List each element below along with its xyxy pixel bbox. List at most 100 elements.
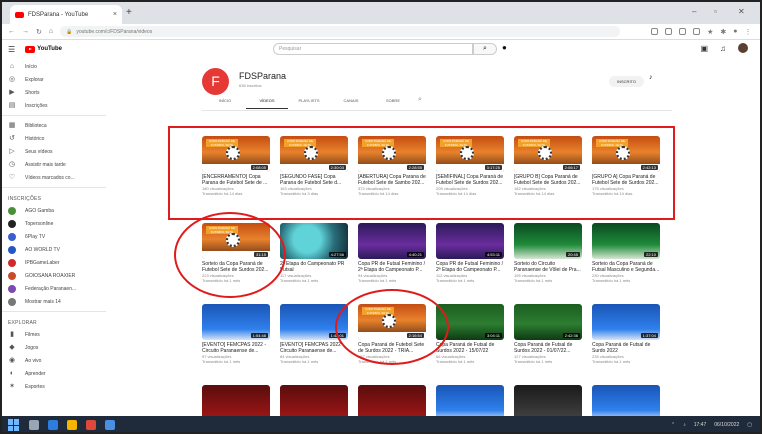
forward-icon[interactable]: → bbox=[22, 28, 29, 35]
notifications-bell-icon[interactable]: ♫ bbox=[720, 44, 726, 53]
account-avatar[interactable] bbox=[738, 43, 748, 53]
volume-icon[interactable]: ♪ bbox=[683, 422, 686, 428]
video-thumbnail[interactable]: 20:45 bbox=[514, 223, 582, 259]
video-title[interactable]: Copa PR de Futsal Feminino / 2ª Etapa do… bbox=[436, 261, 504, 273]
app-icon[interactable] bbox=[105, 420, 115, 430]
video-card[interactable]: 2:42:36 Copa Paraná de Futsal de Surdos 2… bbox=[514, 304, 582, 364]
network-icon[interactable]: ⌃ bbox=[671, 422, 675, 428]
youtube-play-icon bbox=[25, 45, 36, 53]
sidebar-item[interactable]: ◆ Jogos bbox=[2, 341, 106, 354]
sidebar-subscription[interactable]: Mostrar mais 14 bbox=[2, 295, 106, 308]
chrome-icon[interactable] bbox=[86, 420, 96, 430]
sidebar-item[interactable]: ▷ Seus vídeos bbox=[2, 145, 106, 158]
video-card[interactable]: 4:27:56 2ª Etapa do Campeonato PR Futsal 1… bbox=[280, 223, 348, 283]
sidebar-item[interactable]: ▶ Shorts bbox=[2, 86, 106, 99]
sidebar-subscription[interactable]: AO WORLD TV bbox=[2, 243, 106, 256]
video-title[interactable]: Copa PR de Futsal Feminino / 2ª Etapa do… bbox=[358, 261, 426, 273]
address-bar[interactable]: 🔒 youtube.com/c/FDSParana/videos bbox=[60, 26, 621, 37]
video-card[interactable]: 1:37:04 Copa Paraná de Futsal de Surdo 20… bbox=[592, 304, 660, 364]
video-thumbnail[interactable]: 22:10 bbox=[592, 223, 660, 259]
sidebar-item[interactable]: ▮ Filmes bbox=[2, 328, 106, 341]
sidebar-subscription[interactable]: AGO Gamba bbox=[2, 204, 106, 217]
video-title[interactable]: Sorteio da Copa Paraná de Futsal Masculi… bbox=[592, 261, 660, 273]
extension-icon[interactable] bbox=[651, 27, 659, 35]
channel-search-icon[interactable]: ⌕ bbox=[418, 96, 422, 109]
star-icon[interactable]: ★ bbox=[707, 28, 713, 36]
video-duration: 3:04:11 bbox=[484, 333, 502, 338]
video-card[interactable]: 20:45 Sorteio do Circuito Paranaense de V… bbox=[514, 223, 582, 283]
sidebar-subscription[interactable]: GOIOSANA ROAXIER bbox=[2, 269, 106, 282]
video-card[interactable]: 4:40:21 Copa PR de Futsal Feminino / 2ª E… bbox=[358, 223, 426, 283]
tab-home[interactable]: INÍCIO bbox=[204, 98, 246, 109]
browser-tab[interactable]: FDSParana - YouTube × bbox=[10, 5, 122, 24]
extension-icon[interactable] bbox=[679, 27, 687, 35]
search-input[interactable]: Pesquisar bbox=[273, 43, 473, 55]
video-title[interactable]: 2ª Etapa do Campeonato PR Futsal bbox=[280, 261, 348, 273]
sidebar-item[interactable]: ♡ Vídeos marcados co... bbox=[2, 171, 106, 184]
sidebar-subscription[interactable]: Topersonline bbox=[2, 217, 106, 230]
youtube-logo[interactable]: YouTube bbox=[25, 45, 62, 53]
mic-icon[interactable]: ● bbox=[502, 43, 507, 52]
video-thumbnail[interactable]: 2:42:36 bbox=[514, 304, 582, 340]
video-title[interactable]: [EVENTO] FEMCPAS 2022 - Circuito Paranae… bbox=[202, 342, 270, 354]
sidebar-item-label: Seus vídeos bbox=[25, 148, 53, 155]
extension-icon[interactable] bbox=[665, 27, 673, 35]
video-thumbnail[interactable]: 4:27:56 bbox=[280, 223, 348, 259]
video-thumbnail[interactable]: 4:40:21 bbox=[358, 223, 426, 259]
hamburger-menu-icon[interactable]: ☰ bbox=[8, 45, 15, 54]
channel-avatar-icon bbox=[8, 245, 16, 254]
sidebar-item[interactable]: ◎ Explorar bbox=[2, 73, 106, 86]
video-title[interactable]: Copa Paraná de Futsal de Surdos 2022 - 1… bbox=[436, 342, 504, 354]
sidebar-item[interactable]: ✶ Esportes bbox=[2, 380, 106, 393]
reload-icon[interactable]: ↻ bbox=[36, 28, 42, 36]
search-button[interactable]: ⌕ bbox=[473, 43, 497, 55]
close-window-button[interactable]: ✕ bbox=[738, 7, 745, 16]
sidebar-item[interactable]: ▦ Biblioteca bbox=[2, 119, 106, 132]
video-thumbnail[interactable]: 1:37:04 bbox=[592, 304, 660, 340]
tab-playlists[interactable]: PLAYLISTS bbox=[288, 98, 330, 109]
search-taskbar-icon[interactable] bbox=[29, 420, 39, 430]
create-video-icon[interactable]: ▣ bbox=[700, 44, 708, 53]
video-card[interactable]: 22:10 Sorteio da Copa Paraná de Futsal Ma… bbox=[592, 223, 660, 283]
channel-avatar[interactable]: F bbox=[202, 68, 229, 95]
home-icon[interactable]: ⌂ bbox=[49, 28, 53, 35]
video-title[interactable]: Sorteio do Circuito Paranaense de Vôlei … bbox=[514, 261, 582, 273]
tab-close-icon[interactable]: × bbox=[113, 11, 117, 18]
sidebar-item[interactable]: ◉ Ao vivo bbox=[2, 354, 106, 367]
edge-icon[interactable] bbox=[48, 420, 58, 430]
sidebar-item-label: AO WORLD TV bbox=[25, 246, 60, 253]
video-card[interactable]: 4:53:11 Copa PR de Futsal Feminino / 2ª E… bbox=[436, 223, 504, 283]
sidebar-subscription[interactable]: IPBGameLaber bbox=[2, 256, 106, 269]
back-icon[interactable]: ← bbox=[8, 28, 15, 35]
minimize-button[interactable]: – bbox=[692, 7, 696, 16]
new-tab-button[interactable]: + bbox=[126, 7, 132, 18]
sidebar-subscription[interactable]: 6Play TV bbox=[2, 230, 106, 243]
video-title[interactable]: Copa Paraná de Futsal de Surdo 2022 bbox=[592, 342, 660, 354]
profile-icon[interactable]: ● bbox=[733, 28, 737, 36]
windows-start-icon[interactable] bbox=[8, 419, 20, 431]
subscribe-button[interactable]: INSCRITO bbox=[609, 76, 645, 87]
sidebar-subscription[interactable]: Federação Paranaen... bbox=[2, 282, 106, 295]
sidebar-item[interactable]: ▤ Inscrições bbox=[2, 99, 106, 112]
video-thumbnail[interactable]: 4:53:11 bbox=[436, 223, 504, 259]
sidebar-item-label: Filmes bbox=[25, 331, 40, 338]
notification-icon[interactable]: ▢ bbox=[747, 422, 752, 428]
tab-videos[interactable]: VÍDEOS bbox=[246, 98, 288, 109]
sidebar-item[interactable]: ↺ Histórico bbox=[2, 132, 106, 145]
sidebar-item[interactable]: ◷ Assistir mais tarde bbox=[2, 158, 106, 171]
video-card[interactable]: 1:54:48 [EVENTO] FEMCPAS 2022 - Circuito … bbox=[202, 304, 270, 364]
video-thumbnail[interactable]: 1:54:48 bbox=[202, 304, 270, 340]
file-explorer-icon[interactable] bbox=[67, 420, 77, 430]
video-duration: 20:45 bbox=[565, 252, 580, 257]
extension-icon[interactable] bbox=[693, 27, 701, 35]
tab-about[interactable]: SOBRE bbox=[372, 98, 414, 109]
maximize-button[interactable]: ▫ bbox=[714, 7, 717, 16]
tab-channels[interactable]: CANAIS bbox=[330, 98, 372, 109]
kebab-menu-icon[interactable]: ⋮ bbox=[745, 28, 752, 36]
puzzle-icon[interactable]: ✱ bbox=[720, 28, 726, 36]
sidebar-item[interactable]: ⌂ Início bbox=[2, 60, 106, 73]
video-title[interactable]: Copa Paraná de Futsal de Surdos 2022 - 0… bbox=[514, 342, 582, 354]
video-title[interactable]: [EVENTO] FEMCPAS 2022 - Circuito Paranae… bbox=[280, 342, 348, 354]
sidebar-item[interactable]: ◐ Aprender bbox=[2, 367, 106, 380]
bell-icon[interactable]: ♪ bbox=[649, 74, 653, 81]
